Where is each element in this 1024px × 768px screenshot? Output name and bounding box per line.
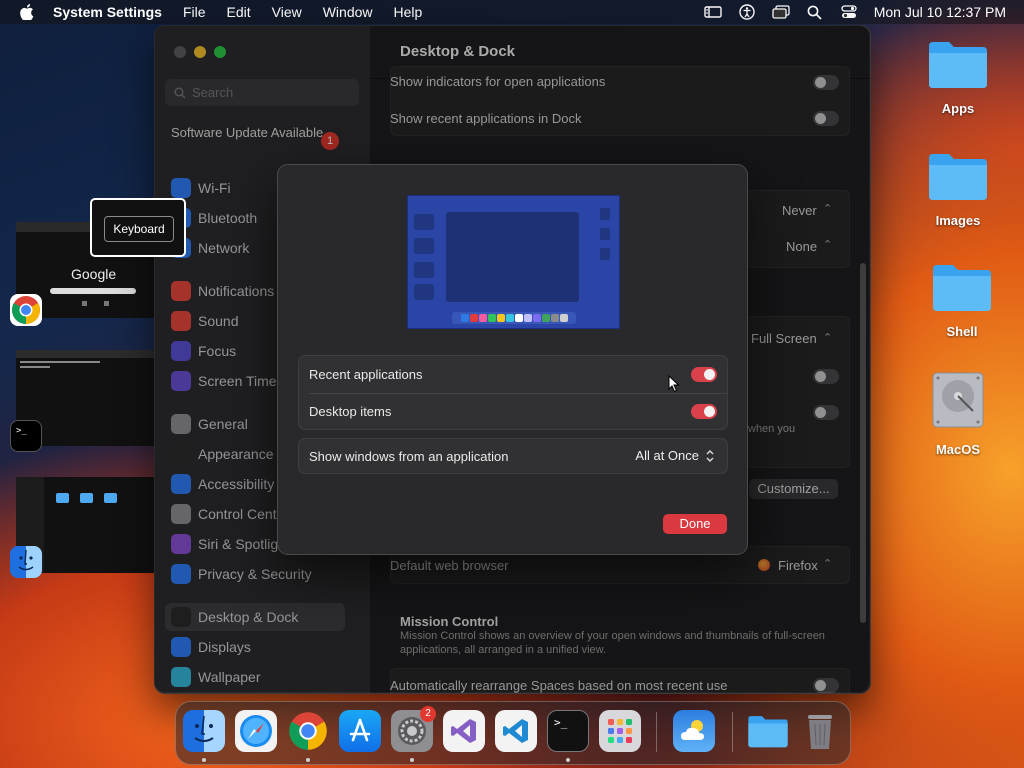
recent-applications-label: Recent applications (309, 367, 423, 382)
preview-thumb (414, 214, 434, 230)
show-windows-group: Show windows from an application All at … (298, 438, 728, 474)
preview-window (446, 212, 579, 302)
preview-dock-app (514, 314, 523, 322)
spotlight-icon[interactable] (806, 4, 824, 20)
desktop-icon-label: Images (935, 213, 981, 228)
terminal-icon: >_ (10, 420, 42, 452)
desktop-items-label: Desktop items (309, 404, 392, 419)
menu-file[interactable]: File (183, 4, 206, 20)
menu-window[interactable]: Window (323, 4, 373, 20)
preview-dock-app (487, 314, 496, 322)
desktop-items-toggle[interactable] (691, 404, 717, 419)
preview-dock-app (478, 314, 487, 322)
keyboard-tooltip-label: Keyboard (104, 216, 174, 242)
apple-menu-icon[interactable] (20, 4, 34, 20)
launchpad-icon[interactable] (599, 710, 641, 752)
show-windows-select[interactable]: All at Once (635, 448, 715, 463)
control-center-icon[interactable] (840, 4, 858, 20)
preview-desktop-item (600, 208, 610, 220)
done-button[interactable]: Done (663, 514, 727, 534)
chrome-icon (10, 294, 42, 326)
menu-edit[interactable]: Edit (227, 4, 251, 20)
app-store-icon[interactable] (339, 710, 381, 752)
screen-mirroring-icon[interactable] (704, 4, 722, 20)
preview-dock-app (550, 314, 559, 322)
desktop-icon-label: Apps (941, 101, 975, 116)
trash-icon[interactable] (799, 710, 841, 752)
menu-help[interactable]: Help (394, 4, 423, 20)
desktop-icon-label: MacOS (935, 442, 981, 457)
menu-bar: System Settings File Edit View Window He… (0, 0, 1024, 24)
preview-dock (452, 312, 576, 324)
preview-dock-app (532, 314, 541, 322)
accessibility-icon[interactable] (738, 4, 756, 20)
group-divider (309, 393, 727, 394)
hard-drive-icon (932, 372, 984, 428)
stage-options-group: Recent applications Desktop items (298, 355, 728, 430)
chrome-icon[interactable] (287, 710, 329, 752)
desktop-icon-label: Shell (946, 324, 978, 339)
vscode-icon[interactable] (495, 710, 537, 752)
safari-icon[interactable] (235, 710, 277, 752)
stage-manager-sheet: Recent applications Desktop items Show w… (277, 164, 748, 555)
folder-icon (933, 265, 991, 311)
preview-dock-app (469, 314, 478, 322)
preview-desktop-item (600, 248, 610, 260)
mouse-pointer-icon (668, 375, 680, 393)
menu-view[interactable]: View (272, 4, 302, 20)
running-indicator (306, 758, 310, 762)
folder-icon (929, 42, 987, 88)
google-logo: Google (71, 266, 117, 282)
downloads-folder-icon[interactable] (747, 710, 789, 752)
preview-dock-app (496, 314, 505, 322)
show-windows-label: Show windows from an application (309, 449, 509, 464)
desktop-icon-apps[interactable]: Apps (918, 38, 998, 116)
preview-dock-app (559, 314, 568, 322)
menu-app-name[interactable]: System Settings (53, 4, 162, 20)
running-indicator (202, 758, 206, 762)
preview-thumb (414, 262, 434, 278)
terminal-icon[interactable]: >_ (547, 710, 589, 752)
preview-dock-app (460, 314, 469, 322)
show-windows-value: All at Once (635, 448, 699, 463)
preview-thumb (414, 238, 434, 254)
weather-icon[interactable] (673, 710, 715, 752)
system-settings-badge: 2 (420, 706, 436, 722)
dock-separator (732, 712, 733, 752)
dock: 2 >_ (175, 701, 851, 765)
desktop-icon-images[interactable]: Images (918, 150, 998, 228)
window-icon[interactable] (772, 4, 790, 20)
desktop-icon-macos[interactable]: MacOS (918, 369, 998, 457)
desktop-icon-shell[interactable]: Shell (922, 261, 1002, 339)
folder-icon (929, 154, 987, 200)
finder-icon[interactable] (183, 710, 225, 752)
menu-clock[interactable]: Mon Jul 10 12:37 PM (874, 4, 1006, 20)
preview-dock-app (541, 314, 550, 322)
running-indicator (410, 758, 414, 762)
recent-applications-toggle[interactable] (691, 367, 717, 382)
preview-dock-app (505, 314, 514, 322)
finder-icon (10, 546, 42, 578)
preview-desktop-item (600, 228, 610, 240)
keyboard-tooltip: Keyboard (90, 198, 186, 257)
stage-manager-preview (407, 195, 620, 329)
preview-thumb (414, 284, 434, 300)
preview-dock-app (523, 314, 532, 322)
running-indicator (566, 758, 570, 762)
dock-separator (656, 712, 657, 752)
chevron-updown-icon (706, 449, 714, 462)
visual-studio-icon[interactable] (443, 710, 485, 752)
